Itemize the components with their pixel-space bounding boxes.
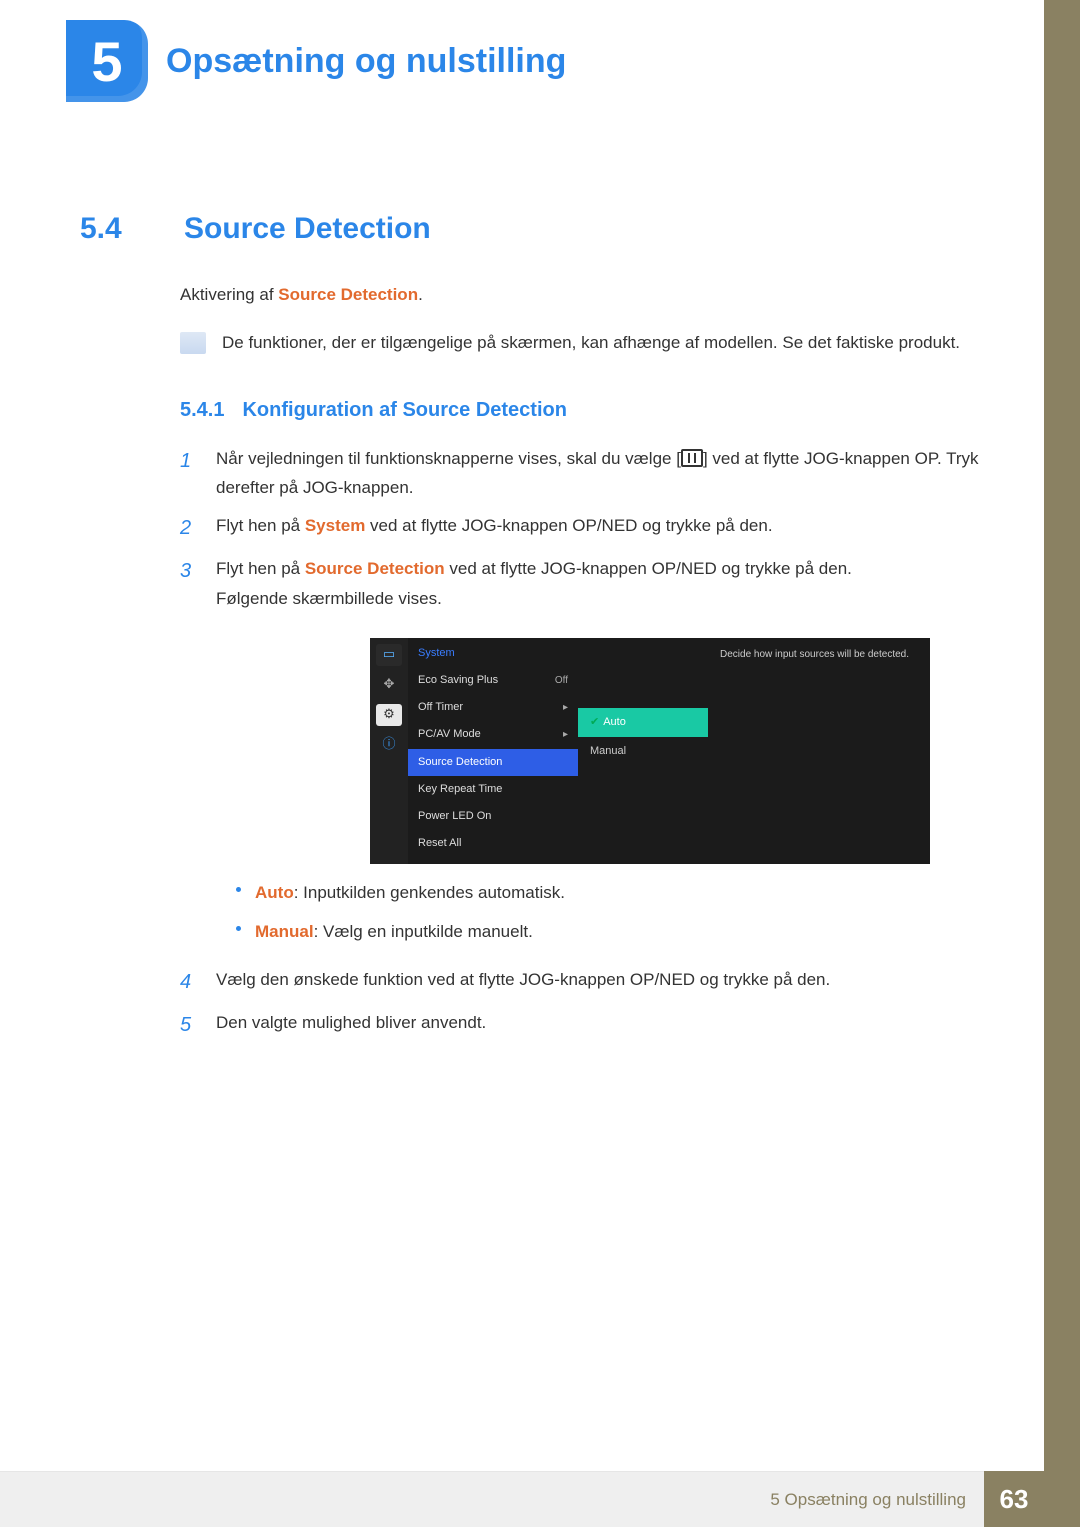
- osd-description: Decide how input sources will be detecte…: [708, 638, 930, 864]
- step3-highlight: Source Detection: [305, 559, 445, 578]
- step-number: 2: [180, 511, 198, 546]
- section-number: 5.4: [80, 212, 160, 246]
- move-icon: ✥: [376, 674, 402, 696]
- activation-line: Aktivering af Source Detection.: [180, 282, 984, 308]
- step1-part-a: Når vejledningen til funktionsknapperne …: [216, 449, 681, 468]
- osd-item-label: Source Detection: [418, 753, 502, 772]
- osd-item-powerled: Power LED On: [408, 803, 578, 830]
- option-label: Auto: [255, 883, 294, 902]
- step-1: 1 Når vejledningen til funktionsknappern…: [180, 444, 984, 504]
- bullet-icon: [236, 887, 241, 892]
- intro-block: Aktivering af Source Detection. De funkt…: [180, 282, 984, 357]
- option-desc: : Vælg en inputkilde manuelt.: [314, 922, 533, 941]
- step2-highlight: System: [305, 516, 365, 535]
- activation-prefix: Aktivering af: [180, 285, 278, 304]
- subsection-title: Konfiguration af Source Detection: [242, 399, 566, 422]
- step-text: Flyt hen på Source Detection ved at flyt…: [216, 554, 930, 957]
- gear-icon: ⚙: [376, 704, 402, 726]
- subsection-header: 5.4.1 Konfiguration af Source Detection: [180, 399, 984, 422]
- osd-item-offtimer: Off Timer ▸: [408, 694, 578, 721]
- step3-part-b: ved at flytte JOG-knappen OP/NED og tryk…: [445, 559, 852, 578]
- step-text: Den valgte mulighed bliver anvendt.: [216, 1008, 486, 1043]
- note-text: De funktioner, der er tilgængelige på sk…: [222, 330, 960, 356]
- osd-tab-strip: ▭ ✥ ⚙ ⓘ: [370, 638, 408, 864]
- osd-menu: System Eco Saving Plus Off Off Timer ▸ P…: [408, 638, 578, 864]
- page-container: 5 Opsætning og nulstilling 5.4 Source De…: [0, 0, 1044, 1527]
- option-list: Auto: Inputkilden genkendes automatisk. …: [236, 878, 930, 948]
- osd-item-resetall: Reset All: [408, 830, 578, 857]
- osd-item-label: Key Repeat Time: [418, 780, 502, 799]
- activation-feature: Source Detection: [278, 285, 418, 304]
- option-label: Manual: [255, 922, 314, 941]
- option-text: Manual: Vælg en inputkilde manuelt.: [255, 917, 533, 947]
- step2-part-a: Flyt hen på: [216, 516, 305, 535]
- step-text: Flyt hen på System ved at flytte JOG-kna…: [216, 511, 773, 546]
- osd-submenu-manual: Manual: [578, 737, 708, 766]
- step-number: 1: [180, 444, 198, 504]
- step-number: 5: [180, 1008, 198, 1043]
- chapter-number-badge: 5: [66, 20, 148, 102]
- option-manual: Manual: Vælg en inputkilde manuelt.: [236, 917, 930, 947]
- option-text: Auto: Inputkilden genkendes automatisk.: [255, 878, 565, 908]
- note-icon: [180, 332, 206, 354]
- step-text: Vælg den ønskede funktion ved at flytte …: [216, 965, 830, 1000]
- osd-menu-title: System: [408, 644, 578, 667]
- osd-item-pcav: PC/AV Mode ▸: [408, 721, 578, 748]
- right-margin-stripe: [1044, 0, 1080, 1527]
- step-number: 3: [180, 554, 198, 957]
- osd-submenu: ✔ Auto Manual: [578, 638, 708, 864]
- activation-suffix: .: [418, 285, 423, 304]
- option-desc: : Inputkilden genkendes automatisk.: [294, 883, 565, 902]
- osd-submenu-label: Manual: [590, 745, 626, 757]
- step-number: 4: [180, 965, 198, 1000]
- section-title: Source Detection: [184, 212, 431, 246]
- step-5: 5 Den valgte mulighed bliver anvendt.: [180, 1008, 984, 1043]
- chevron-right-icon: ▸: [563, 726, 568, 744]
- osd-item-source-detection: Source Detection: [408, 749, 578, 776]
- chapter-header: 5 Opsætning og nulstilling: [80, 20, 984, 102]
- osd-item-keyrepeat: Key Repeat Time: [408, 776, 578, 803]
- osd-item-label: Off Timer: [418, 698, 463, 717]
- step2-part-b: ved at flytte JOG-knappen OP/NED og tryk…: [365, 516, 772, 535]
- footer-text: 5 Opsætning og nulstilling: [0, 1471, 984, 1527]
- osd-submenu-label: Auto: [603, 716, 626, 728]
- section-header: 5.4 Source Detection: [80, 212, 984, 246]
- monitor-icon: ▭: [376, 644, 402, 666]
- osd-screenshot: ▭ ✥ ⚙ ⓘ System Eco Saving Plus Off Off T…: [370, 638, 930, 864]
- info-icon: ⓘ: [376, 734, 402, 756]
- page-footer: 5 Opsætning og nulstilling 63: [0, 1471, 1044, 1527]
- step-2: 2 Flyt hen på System ved at flytte JOG-k…: [180, 511, 984, 546]
- subsection-number: 5.4.1: [180, 399, 224, 422]
- step3-followup: Følgende skærmbillede vises.: [216, 584, 930, 614]
- osd-item-label: Eco Saving Plus: [418, 671, 498, 690]
- osd-submenu-auto: ✔ Auto: [578, 708, 708, 737]
- note-row: De funktioner, der er tilgængelige på sk…: [180, 330, 984, 356]
- osd-item-label: Power LED On: [418, 807, 491, 826]
- step-text: Når vejledningen til funktionsknapperne …: [216, 444, 984, 504]
- check-icon: ✔: [590, 716, 599, 728]
- option-auto: Auto: Inputkilden genkendes automatisk.: [236, 878, 930, 908]
- chapter-title: Opsætning og nulstilling: [166, 42, 566, 81]
- chevron-right-icon: ▸: [563, 699, 568, 717]
- osd-item-label: PC/AV Mode: [418, 725, 481, 744]
- osd-item-label: Reset All: [418, 834, 461, 853]
- bullet-icon: [236, 926, 241, 931]
- footer-page-number: 63: [984, 1471, 1044, 1527]
- step3-part-a: Flyt hen på: [216, 559, 305, 578]
- step-4: 4 Vælg den ønskede funktion ved at flytt…: [180, 965, 984, 1000]
- menu-icon: [681, 449, 703, 467]
- step-3: 3 Flyt hen på Source Detection ved at fl…: [180, 554, 984, 957]
- osd-item-value: Off: [555, 672, 568, 690]
- osd-item-eco: Eco Saving Plus Off: [408, 667, 578, 694]
- steps-list: 1 Når vejledningen til funktionsknappern…: [180, 444, 984, 1044]
